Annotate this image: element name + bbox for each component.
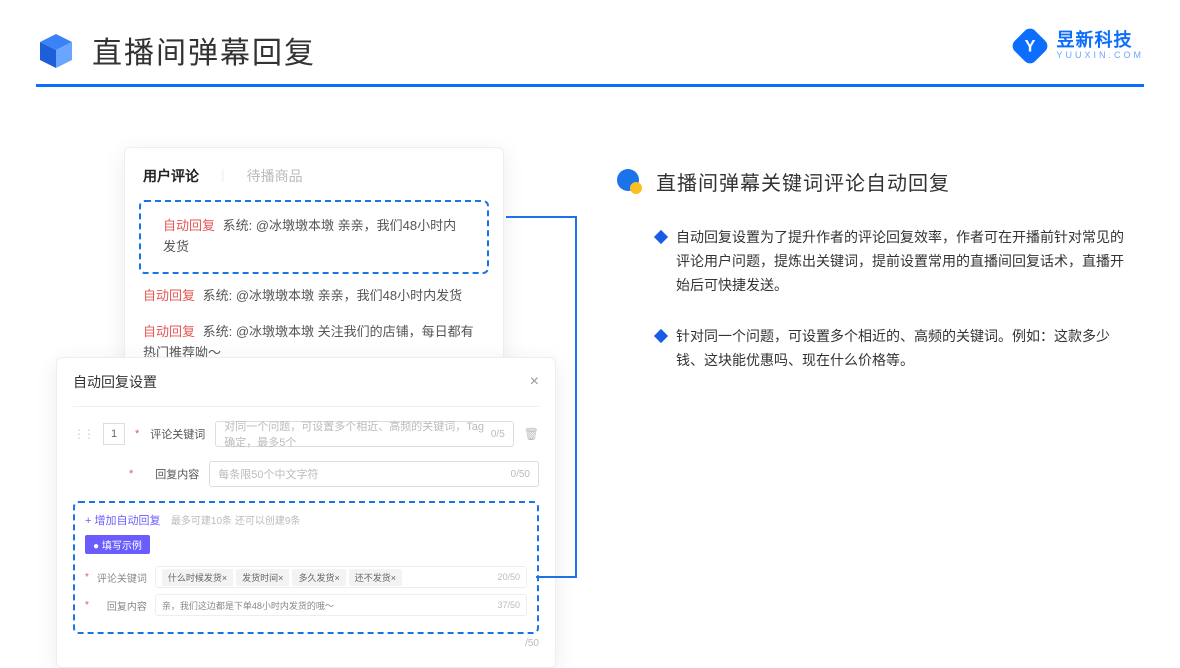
modal-title: 自动回复设置 bbox=[73, 372, 157, 392]
chat-bubble-icon bbox=[616, 168, 644, 196]
content-label: 回复内容 bbox=[143, 466, 199, 482]
brand-name-en: YUUXIN.COM bbox=[1056, 49, 1144, 62]
content-placeholder: 每条限50个中文字符 bbox=[218, 466, 318, 482]
bullet-point: 自动回复设置为了提升作者的评论回复效率，作者可在开播前针对常见的评论用户问题，提… bbox=[616, 226, 1144, 297]
tab-user-comments[interactable]: 用户评论 bbox=[143, 166, 199, 186]
keyword-tag[interactable]: 什么时候发货× bbox=[162, 569, 233, 586]
bullet-point: 针对同一个问题，可设置多个相近的、高频的关键词。例如：这款多少钱、这块能优惠吗、… bbox=[616, 325, 1144, 373]
brand-name-cn: 昱新科技 bbox=[1056, 31, 1144, 49]
auto-reply-settings-modal: 自动回复设置 × ⋮⋮ 1 * 评论关键词 对同一个问题，可设置多个相近、高频的… bbox=[56, 357, 556, 668]
page-title: 直播间弹幕回复 bbox=[92, 28, 316, 72]
bullet-text: 针对同一个问题，可设置多个相近的、高频的关键词。例如：这款多少钱、这块能优惠吗、… bbox=[676, 325, 1136, 373]
required-mark: * bbox=[129, 468, 133, 480]
tab-separator: | bbox=[221, 166, 225, 186]
delete-icon[interactable]: 🗑 bbox=[524, 427, 539, 441]
close-icon[interactable]: × bbox=[530, 373, 539, 391]
add-hint-text: 最多可建10条 还可以创建9条 bbox=[171, 516, 300, 527]
comment-item: 自动回复 系统: @冰墩墩本墩 亲亲，我们48小时内发货 bbox=[145, 208, 483, 266]
comment-text: 系统: @冰墩墩本墩 亲亲，我们48小时内发货 bbox=[203, 288, 463, 303]
brand-logo: Y 昱新科技 YUUXIN.COM bbox=[1012, 28, 1144, 64]
example-keyword-input[interactable]: 什么时候发货× 发货时间× 多久发货× 还不发货× 20/50 bbox=[155, 566, 527, 588]
required-mark: * bbox=[85, 572, 89, 583]
example-badge: ● 填写示例 bbox=[85, 535, 150, 554]
add-auto-reply-link[interactable]: + 增加自动回复 bbox=[85, 515, 160, 527]
example-content-count: 37/50 bbox=[497, 600, 520, 610]
keyword-tag[interactable]: 多久发货× bbox=[292, 569, 345, 586]
auto-reply-tag: 自动回复 bbox=[143, 288, 195, 303]
content-count: 0/50 bbox=[511, 469, 530, 480]
content-input[interactable]: 每条限50个中文字符 0/50 bbox=[209, 461, 539, 487]
example-content-label: 回复内容 bbox=[97, 598, 147, 613]
svg-text:Y: Y bbox=[1025, 37, 1036, 55]
keyword-tag[interactable]: 发货时间× bbox=[236, 569, 289, 586]
example-keyword-count: 20/50 bbox=[497, 572, 520, 582]
highlighted-comment: 自动回复 系统: @冰墩墩本墩 亲亲，我们48小时内发货 bbox=[139, 200, 489, 274]
brand-icon: Y bbox=[1012, 28, 1048, 64]
keyword-count: 0/5 bbox=[491, 429, 505, 440]
footer-count: /50 bbox=[73, 638, 539, 649]
cube-icon bbox=[36, 30, 76, 70]
keyword-input[interactable]: 对同一个问题，可设置多个相近、高频的关键词，Tag确定，最多5个 0/5 bbox=[215, 421, 513, 447]
required-mark: * bbox=[85, 600, 89, 611]
example-content-input[interactable]: 亲，我们这边都是下单48小时内发货的哦～ 37/50 bbox=[155, 594, 527, 616]
example-content-text: 亲，我们这边都是下单48小时内发货的哦～ bbox=[162, 599, 494, 612]
example-keyword-label: 评论关键词 bbox=[97, 570, 147, 585]
auto-reply-tag: 自动回复 bbox=[143, 324, 195, 339]
comment-item: 自动回复 系统: @冰墩墩本墩 亲亲，我们48小时内发货 bbox=[125, 278, 503, 315]
keyword-label: 评论关键词 bbox=[149, 426, 205, 442]
rule-index: 1 bbox=[103, 423, 125, 445]
diamond-bullet-icon bbox=[654, 230, 668, 244]
section-title: 直播间弹幕关键词评论自动回复 bbox=[656, 167, 950, 196]
tab-pending-products[interactable]: 待播商品 bbox=[247, 166, 303, 186]
diamond-bullet-icon bbox=[654, 329, 668, 343]
bullet-text: 自动回复设置为了提升作者的评论回复效率，作者可在开播前针对常见的评论用户问题，提… bbox=[676, 226, 1136, 297]
auto-reply-tag: 自动回复 bbox=[163, 218, 215, 233]
required-mark: * bbox=[135, 428, 139, 440]
keyword-tag[interactable]: 还不发货× bbox=[349, 569, 402, 586]
drag-handle-icon[interactable]: ⋮⋮ bbox=[73, 427, 93, 441]
example-section: + 增加自动回复 最多可建10条 还可以创建9条 ● 填写示例 * 评论关键词 … bbox=[73, 501, 539, 634]
keyword-placeholder: 对同一个问题，可设置多个相近、高频的关键词，Tag确定，最多5个 bbox=[224, 418, 491, 450]
